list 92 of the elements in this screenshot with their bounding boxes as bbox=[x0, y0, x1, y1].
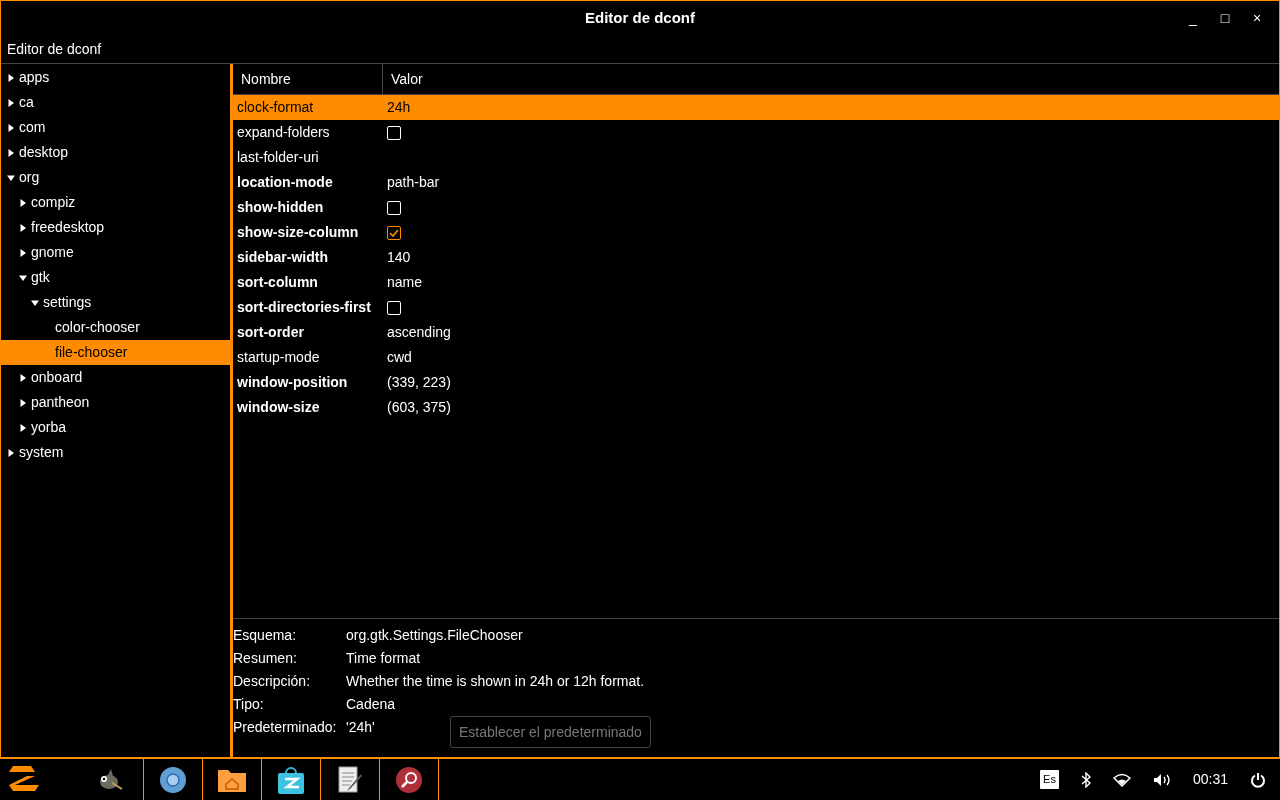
shopping-bag-icon[interactable] bbox=[277, 764, 305, 795]
key-name: location-mode bbox=[236, 173, 334, 192]
detail-label: Descripción: bbox=[233, 672, 312, 691]
column-header[interactable]: Nombre bbox=[233, 64, 383, 94]
tree-item[interactable]: compiz bbox=[1, 190, 230, 215]
key-value: name bbox=[387, 274, 423, 290]
collapsed-arrow-icon[interactable] bbox=[7, 123, 15, 132]
tree-item[interactable]: gnome bbox=[1, 240, 230, 265]
key-row[interactable]: location-mode path-bar bbox=[233, 170, 1279, 195]
tree-item[interactable]: desktop bbox=[1, 140, 230, 165]
collapsed-arrow-icon[interactable] bbox=[19, 398, 27, 407]
document-pencil-icon[interactable] bbox=[337, 765, 363, 794]
tree-item[interactable]: yorba bbox=[1, 415, 230, 440]
key-row[interactable]: show-size-column bbox=[233, 220, 1279, 245]
detail-label: Tipo: bbox=[233, 695, 265, 714]
key-row[interactable]: sort-directories-first bbox=[233, 295, 1279, 320]
key-name: expand-folders bbox=[236, 123, 331, 142]
tree-item[interactable]: pantheon bbox=[1, 390, 230, 415]
tree-item[interactable]: freedesktop bbox=[1, 215, 230, 240]
collapsed-arrow-icon[interactable] bbox=[19, 198, 27, 207]
detail-value: '24h' bbox=[346, 718, 375, 737]
search-icon[interactable] bbox=[395, 765, 423, 794]
key-row[interactable]: window-size (603, 375) bbox=[233, 395, 1279, 420]
detail-label: Resumen: bbox=[233, 649, 298, 668]
key-name: sidebar-width bbox=[236, 248, 329, 267]
key-name: last-folder-uri bbox=[236, 148, 320, 167]
detail-value: Whether the time is shown in 24h or 12h format. bbox=[346, 672, 645, 691]
key-name: clock-format bbox=[236, 98, 315, 117]
tree-item[interactable]: system bbox=[1, 440, 230, 465]
wifi-icon[interactable] bbox=[1112, 772, 1131, 787]
collapsed-arrow-icon[interactable] bbox=[19, 248, 27, 257]
expanded-arrow-icon[interactable] bbox=[7, 173, 15, 182]
tree-item[interactable]: onboard bbox=[1, 365, 230, 390]
tree-item[interactable]: file-chooser bbox=[1, 340, 230, 365]
key-value: 140 bbox=[387, 249, 411, 265]
collapsed-arrow-icon[interactable] bbox=[7, 73, 15, 82]
collapsed-arrow-icon[interactable] bbox=[19, 223, 27, 232]
keyboard-layout-indicator[interactable]: Es bbox=[1040, 770, 1059, 789]
tree-item[interactable]: ca bbox=[1, 90, 230, 115]
key-row[interactable]: clock-format 24h bbox=[233, 95, 1279, 120]
collapsed-arrow-icon[interactable] bbox=[19, 423, 27, 432]
expanded-arrow-icon[interactable] bbox=[31, 298, 39, 307]
detail-value: Time format bbox=[346, 649, 421, 668]
tree-item[interactable]: settings bbox=[1, 290, 230, 315]
key-name: sort-order bbox=[236, 323, 305, 342]
power-icon[interactable] bbox=[1250, 771, 1266, 788]
maximize-button[interactable]: □ bbox=[1209, 3, 1241, 33]
key-value: (339, 223) bbox=[387, 374, 451, 390]
detail-label: Esquema: bbox=[233, 626, 298, 645]
key-value: cwd bbox=[387, 349, 412, 365]
expanded-arrow-icon[interactable] bbox=[19, 273, 27, 282]
key-row[interactable]: startup-mode cwd bbox=[233, 345, 1279, 370]
key-name: sort-directories-first bbox=[236, 298, 372, 317]
tree-item[interactable]: org bbox=[1, 165, 230, 190]
browser-icon[interactable] bbox=[159, 765, 187, 794]
volume-icon[interactable] bbox=[1152, 772, 1171, 787]
bluetooth-icon[interactable] bbox=[1080, 771, 1091, 788]
key-row[interactable]: show-hidden bbox=[233, 195, 1279, 220]
key-name: window-size bbox=[236, 398, 321, 417]
tree-item[interactable]: apps bbox=[1, 65, 230, 90]
key-value: ascending bbox=[387, 324, 451, 340]
detail-value: Cadena bbox=[346, 695, 396, 714]
checkbox[interactable] bbox=[387, 225, 401, 240]
collapsed-arrow-icon[interactable] bbox=[7, 448, 15, 457]
header-title: Editor de dconf bbox=[7, 39, 102, 59]
detail-label: Predeterminado: bbox=[233, 718, 338, 737]
detail-value: org.gtk.Settings.FileChooser bbox=[346, 626, 523, 645]
tree-item[interactable]: com bbox=[1, 115, 230, 140]
key-row[interactable]: window-position (339, 223) bbox=[233, 370, 1279, 395]
minimize-button[interactable]: _ bbox=[1177, 3, 1209, 33]
tree-item[interactable]: gtk bbox=[1, 265, 230, 290]
key-row[interactable]: expand-folders bbox=[233, 120, 1279, 145]
key-name: show-size-column bbox=[236, 223, 360, 242]
collapsed-arrow-icon[interactable] bbox=[7, 148, 15, 157]
clock[interactable]: 00:31 bbox=[1192, 769, 1228, 790]
key-name: show-hidden bbox=[236, 198, 325, 217]
key-name: window-position bbox=[236, 373, 349, 392]
key-value: (603, 375) bbox=[387, 399, 451, 415]
key-name: startup-mode bbox=[236, 348, 321, 367]
close-button[interactable]: × bbox=[1241, 3, 1273, 33]
key-value: path-bar bbox=[387, 174, 440, 190]
key-name: sort-column bbox=[236, 273, 319, 292]
collapsed-arrow-icon[interactable] bbox=[19, 373, 27, 382]
key-row[interactable]: sort-column name bbox=[233, 270, 1279, 295]
column-header[interactable]: Valor bbox=[383, 64, 1279, 94]
key-value: 24h bbox=[387, 99, 411, 115]
key-row[interactable]: sort-order ascending bbox=[233, 320, 1279, 345]
tree-item[interactable]: color-chooser bbox=[1, 315, 230, 340]
key-row[interactable]: last-folder-uri bbox=[233, 145, 1279, 170]
collapsed-arrow-icon[interactable] bbox=[7, 98, 15, 107]
window-title: Editor de dconf bbox=[585, 7, 695, 28]
key-row[interactable]: sidebar-width 140 bbox=[233, 245, 1279, 270]
